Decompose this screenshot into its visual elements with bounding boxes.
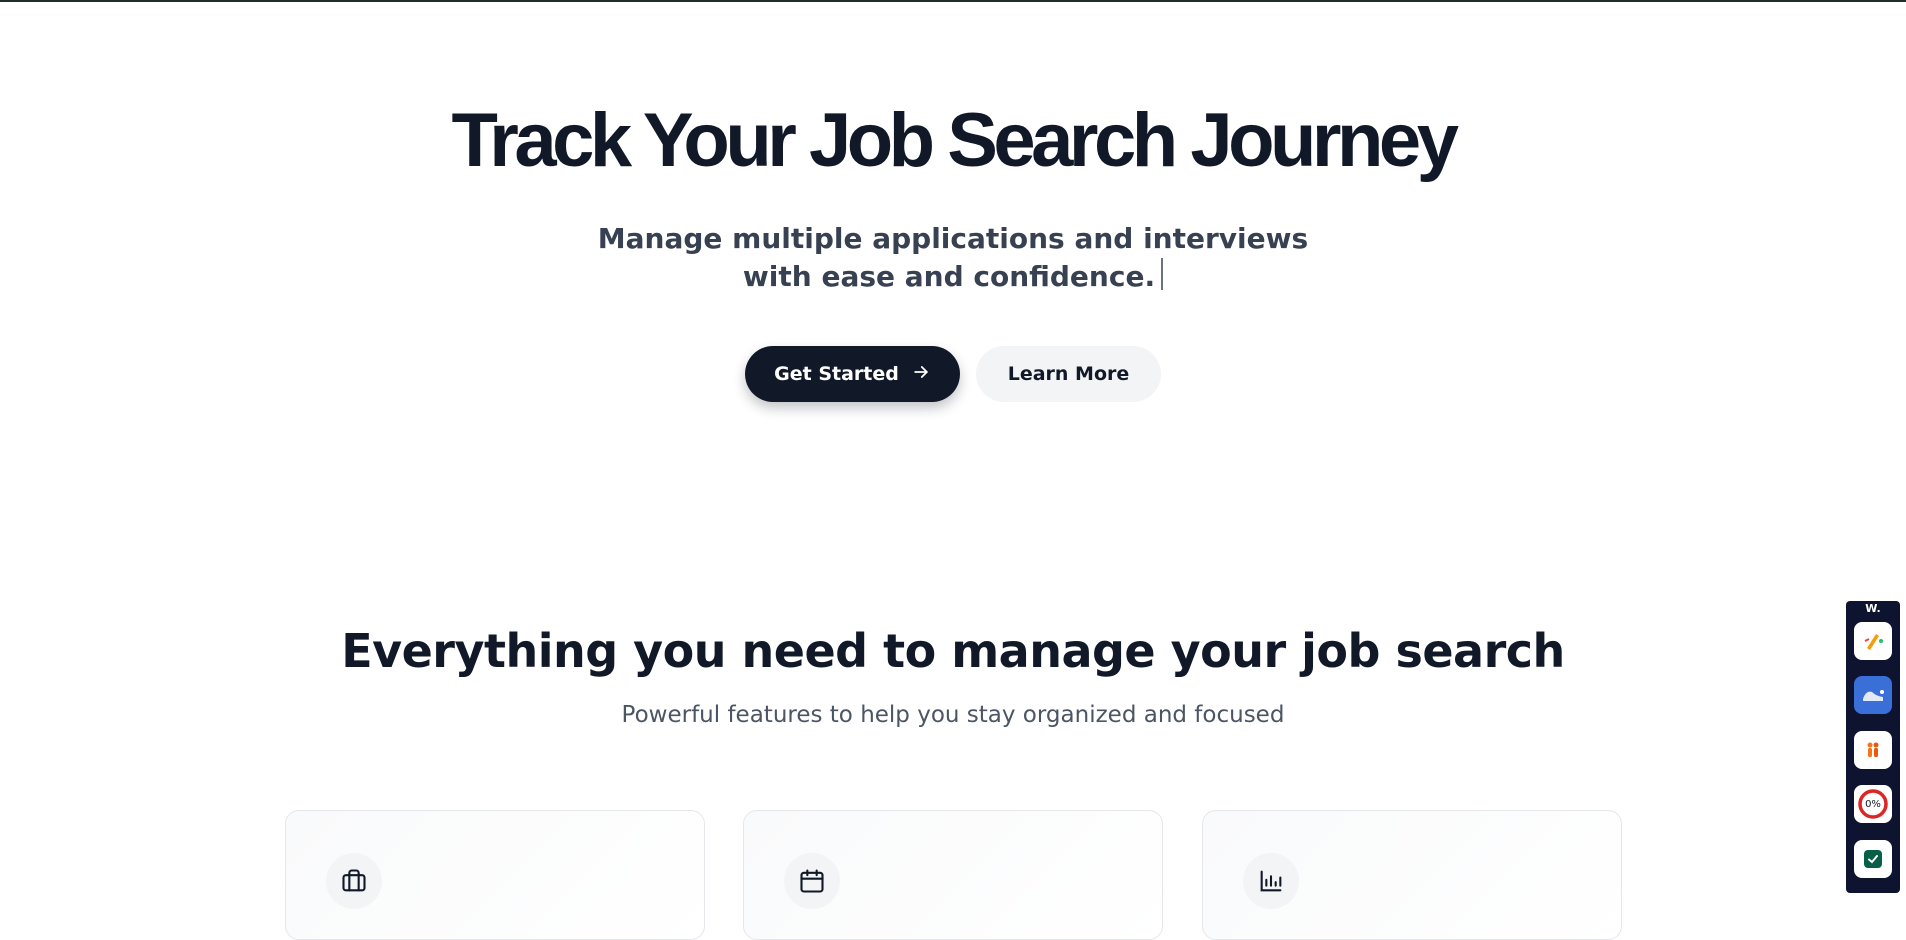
features-title: Everything you need to manage your job s… [341, 624, 1565, 678]
pen-spark-icon[interactable] [1854, 622, 1892, 660]
extension-panel: W. 0% [1846, 601, 1900, 893]
hero-subtitle: Manage multiple applications and intervi… [578, 220, 1328, 296]
green-check-icon[interactable] [1854, 840, 1892, 878]
feature-card-interviews [743, 810, 1163, 940]
hero-title: Track Your Job Search Journey [451, 98, 1459, 183]
learn-more-label: Learn More [1007, 363, 1130, 385]
learn-more-button[interactable]: Learn More [976, 346, 1161, 402]
get-started-button[interactable]: Get Started [745, 346, 960, 402]
get-started-label: Get Started [774, 363, 899, 385]
window-top-border [0, 0, 1906, 2]
arrow-right-icon [911, 362, 931, 387]
extension-panel-label: W. [1865, 602, 1881, 615]
percent-ring-icon[interactable]: 0% [1854, 785, 1892, 823]
percent-ring-text: 0% [1865, 798, 1881, 810]
text-cursor [1161, 258, 1164, 290]
bar-chart-icon [1243, 853, 1299, 909]
features-subtitle: Powerful features to help you stay organ… [621, 702, 1285, 728]
feature-card-applications [285, 810, 705, 940]
feature-card-analytics [1202, 810, 1622, 940]
calendar-icon [784, 853, 840, 909]
people-icon[interactable] [1854, 731, 1892, 769]
hero-subtitle-text: Manage multiple applications and intervi… [597, 222, 1309, 293]
briefcase-icon [326, 853, 382, 909]
blue-shoe-icon[interactable] [1854, 676, 1892, 714]
